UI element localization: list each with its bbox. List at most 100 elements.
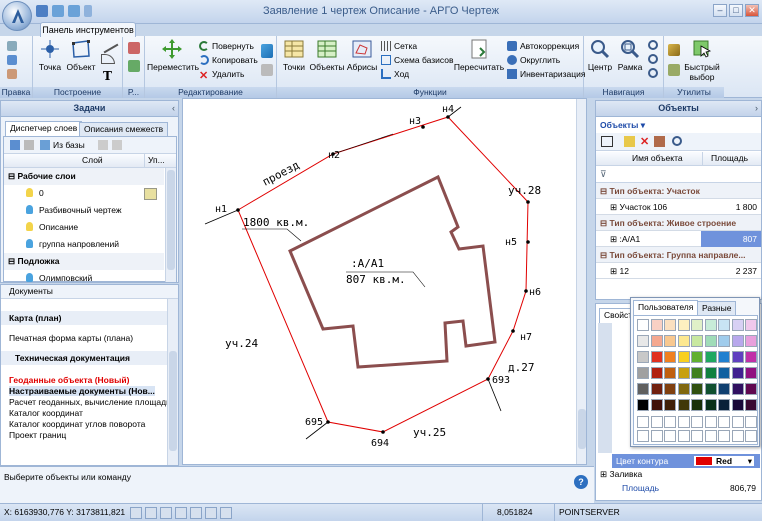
color-swatch[interactable] <box>704 383 717 395</box>
hatch-icon[interactable] <box>128 60 140 72</box>
color-swatch[interactable] <box>745 399 757 411</box>
utility-tool-icon[interactable] <box>668 64 680 76</box>
color-swatch[interactable] <box>718 335 730 347</box>
empty-color-swatch[interactable] <box>704 416 717 428</box>
color-swatch[interactable] <box>731 399 744 411</box>
property-contour-color[interactable]: Цвет контура Red ▾ <box>612 454 760 468</box>
vertex[interactable] <box>524 289 528 293</box>
empty-color-swatch[interactable] <box>677 416 690 428</box>
color-swatch[interactable] <box>677 335 690 347</box>
color-swatch[interactable] <box>691 383 703 395</box>
panel-expand-icon[interactable]: › <box>755 101 758 116</box>
vertex[interactable] <box>526 200 530 204</box>
color-swatch[interactable] <box>637 335 649 347</box>
color-swatch[interactable] <box>650 351 663 363</box>
mirror-icon[interactable] <box>261 44 273 58</box>
tab-user-colors[interactable]: Пользователя <box>633 300 699 315</box>
snap-intersection-icon[interactable] <box>205 507 217 519</box>
point-button[interactable]: Точка <box>35 38 65 72</box>
grid-button[interactable]: Сетка <box>381 40 417 52</box>
color-swatch[interactable] <box>637 383 649 395</box>
help-icon[interactable]: ? <box>574 475 588 489</box>
app-menu-button[interactable] <box>2 1 32 31</box>
color-swatch[interactable] <box>691 399 703 411</box>
vertex[interactable] <box>446 115 450 119</box>
documents-scrollbar[interactable] <box>167 299 178 465</box>
color-swatch[interactable] <box>704 335 717 347</box>
color-swatch[interactable] <box>650 319 663 331</box>
color-swatch[interactable] <box>745 383 757 395</box>
quick-select-button[interactable]: Быстрый выбор <box>682 38 722 82</box>
autocorrection-button[interactable]: Автокоррекция <box>507 40 579 52</box>
color-swatch[interactable] <box>745 335 757 347</box>
empty-color-swatch[interactable] <box>718 416 730 428</box>
minimize-button[interactable]: – <box>713 4 727 17</box>
color-swatch[interactable] <box>677 399 690 411</box>
color-swatch[interactable] <box>691 335 703 347</box>
object-group-parcel[interactable]: ⊟ Тип объекта: Участок <box>596 183 761 199</box>
layer-row[interactable]: Разбивочный чертеж <box>4 202 164 219</box>
doc-print-map[interactable]: Печатная форма карты (плана) <box>9 333 133 343</box>
vertex[interactable] <box>511 329 515 333</box>
find-icon[interactable] <box>672 136 682 146</box>
doc-item-calc[interactable]: Расчет геоданных, вычисление площади <box>9 397 171 407</box>
color-swatch[interactable] <box>691 319 703 331</box>
tab-adjacency-descriptions[interactable]: Описания смежеств <box>79 122 169 136</box>
color-swatch[interactable] <box>718 383 730 395</box>
copy-icon[interactable] <box>7 55 17 65</box>
abris-button[interactable]: Абрисы <box>345 38 379 72</box>
doc-item-geodata[interactable]: Геоданные объекта (Новый) <box>9 375 129 385</box>
vertex[interactable] <box>526 240 530 244</box>
layer-edit-icon[interactable] <box>144 188 157 200</box>
tag-icon[interactable] <box>654 136 665 147</box>
bulb-on-icon[interactable] <box>26 222 33 231</box>
traverse-button[interactable]: Ход <box>381 68 409 80</box>
points-button[interactable]: Точки <box>279 38 309 72</box>
object-row[interactable]: ⊞ 12 2 237 <box>596 263 761 279</box>
color-swatch[interactable] <box>731 351 744 363</box>
object-group-directions[interactable]: ⊟ Тип объекта: Группа направле... <box>596 247 761 263</box>
layer-group-work[interactable]: ⊟ Рабочие слои <box>4 168 164 185</box>
property-fill[interactable]: ⊞ Заливка <box>600 469 642 480</box>
scale-icon[interactable] <box>261 64 273 76</box>
zoom-out-icon[interactable] <box>648 54 658 64</box>
layer-row[interactable]: 0 <box>4 185 164 202</box>
color-swatch[interactable] <box>704 351 717 363</box>
objects-dropdown[interactable]: Объекты ▾ <box>600 120 645 131</box>
color-swatch[interactable] <box>718 319 730 331</box>
frame-zoom-button[interactable]: Рамка <box>616 38 644 72</box>
color-swatch[interactable] <box>718 399 730 411</box>
contour-color-select[interactable]: Red ▾ <box>694 456 754 466</box>
layer-scrollbar[interactable] <box>165 168 176 282</box>
scrollbar-thumb[interactable] <box>167 170 175 270</box>
doc-item-custom[interactable]: Настраиваемые документы (Нов... <box>9 386 155 396</box>
move-button[interactable]: Переместить <box>147 38 199 72</box>
object-group-building[interactable]: ⊟ Тип объекта: Живое строение <box>596 215 761 231</box>
color-swatch[interactable] <box>745 351 757 363</box>
color-swatch[interactable] <box>718 367 730 379</box>
color-swatch[interactable] <box>637 399 649 411</box>
doc-item-border-project[interactable]: Проект границ <box>9 430 66 440</box>
empty-color-swatch[interactable] <box>650 416 663 428</box>
color-swatch[interactable] <box>664 367 676 379</box>
text-tool-icon[interactable]: T <box>103 69 112 83</box>
snap-perpendicular-icon[interactable] <box>190 507 202 519</box>
drawing-svg[interactable]: проезд 1800 кв.м. :А/А1 807 кв.м. уч.28 … <box>183 99 587 465</box>
zoom-in-icon[interactable] <box>648 40 658 50</box>
measure-icon[interactable] <box>668 44 680 56</box>
filter-icon[interactable]: ⊽ <box>600 169 607 180</box>
new-layer-icon[interactable] <box>10 140 20 150</box>
vertex[interactable] <box>421 125 425 129</box>
color-swatch[interactable] <box>677 367 690 379</box>
color-swatch[interactable] <box>650 367 663 379</box>
color-swatch[interactable] <box>677 351 690 363</box>
delete-object-icon[interactable]: ✕ <box>640 135 649 148</box>
color-swatch[interactable] <box>664 351 676 363</box>
bulb-off-icon[interactable] <box>26 273 33 282</box>
move-up-icon[interactable] <box>98 140 108 150</box>
snap-midpoint-icon[interactable] <box>160 507 172 519</box>
color-swatch[interactable] <box>691 367 703 379</box>
empty-color-swatch[interactable] <box>745 430 757 442</box>
center-button[interactable]: Центр <box>586 38 614 72</box>
ribbon-tab-toolbar[interactable]: Панель инструментов <box>40 22 136 37</box>
